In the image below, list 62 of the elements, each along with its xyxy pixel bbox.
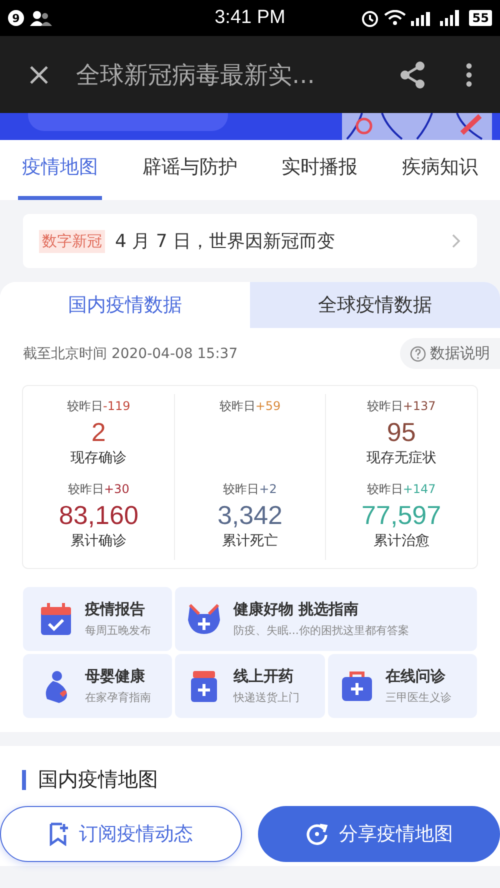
service-subtitle: 每周五晚发布: [85, 623, 151, 638]
subscribe-button[interactable]: 订阅疫情动态: [0, 806, 242, 862]
stat-label: 累计治愈: [373, 532, 430, 551]
medical-kit-icon: [340, 669, 374, 703]
service-title: 在线问诊: [386, 667, 447, 686]
chevron-right-icon: [451, 233, 461, 249]
stat-label: 现存无症状: [366, 449, 436, 468]
service-card[interactable]: 健康好物 挑选指南 防疫、失眠...你的困扰这里都有答案: [175, 587, 477, 651]
page-title: 全球新冠病毒最新实...: [76, 60, 316, 90]
refresh-icon: [305, 822, 329, 846]
stat-value: 83,160: [58, 499, 138, 532]
notice-card[interactable]: 数字新冠 4 月 7 日，世界因新冠而变: [23, 214, 477, 268]
tab[interactable]: 疫情地图: [18, 140, 102, 200]
more-icon[interactable]: [466, 62, 472, 86]
alarm-icon: [361, 9, 380, 27]
stat-label: 累计死亡: [222, 532, 278, 551]
tab[interactable]: 实时播报: [278, 140, 362, 200]
service-title: 健康好物 挑选指南: [233, 600, 360, 619]
calendar-check-icon: [39, 602, 73, 636]
change-text: 较昨日-119: [67, 398, 130, 415]
stat-value: 77,597: [362, 499, 442, 532]
battery-level: 55: [469, 10, 492, 26]
bookmark-plus-icon: [49, 822, 69, 846]
share-button[interactable]: 分享疫情地图: [258, 806, 500, 862]
service-title: 线上开药: [233, 667, 294, 686]
service-subtitle: 三甲医生义诊: [386, 690, 452, 705]
service-subtitle: 快递送货上门: [233, 690, 300, 705]
change-text: 较昨日+147: [366, 481, 436, 498]
tab[interactable]: 疾病知识: [398, 140, 482, 200]
clock-time: 3:41 PM: [214, 7, 286, 29]
mask-plus-icon: [187, 602, 222, 636]
service-subtitle: 防疫、失眠...你的困扰这里都有答案: [233, 623, 409, 638]
wifi-icon: [384, 10, 406, 26]
service-title: 疫情报告: [85, 600, 146, 619]
stat-label: 现存确诊: [70, 449, 127, 468]
close-icon[interactable]: [28, 64, 50, 86]
change-text: 较昨日+30: [68, 481, 130, 498]
accent-bar: [22, 770, 26, 790]
notice-tag: 数字新冠: [39, 230, 105, 252]
service-card[interactable]: 母婴健康 在家孕育指南: [23, 654, 172, 718]
service-card[interactable]: 在线问诊 三甲医生义诊: [328, 654, 477, 718]
help-icon: [410, 346, 426, 362]
data-tab[interactable]: 全球疫情数据: [250, 282, 500, 328]
update-time: 截至北京时间 2020-04-08 15:37: [23, 344, 238, 362]
stat-value: 3,342: [217, 499, 283, 532]
share-icon[interactable]: [400, 60, 426, 88]
notification-count: 9: [8, 10, 24, 26]
notice-text: 4 月 7 日，世界因新冠而变: [115, 230, 336, 253]
stat-value: 2: [91, 416, 106, 449]
service-card[interactable]: 线上开药 快递送货上门: [175, 654, 325, 718]
change-text: 较昨日+59: [219, 398, 281, 415]
data-note-button[interactable]: 数据说明: [400, 338, 500, 369]
people-icon: [30, 10, 52, 26]
section-title: 国内疫情地图: [38, 766, 158, 793]
stat-value: 95: [386, 416, 416, 449]
change-text: 较昨日+2: [223, 481, 277, 498]
service-card[interactable]: 疫情报告 每周五晚发布: [23, 587, 172, 651]
service-subtitle: 在家孕育指南: [85, 690, 151, 705]
tab[interactable]: 辟谣与防护: [138, 140, 242, 200]
service-title: 母婴健康: [85, 667, 146, 686]
stat-label: 累计确诊: [70, 532, 127, 551]
change-text: 较昨日+137: [366, 398, 436, 415]
